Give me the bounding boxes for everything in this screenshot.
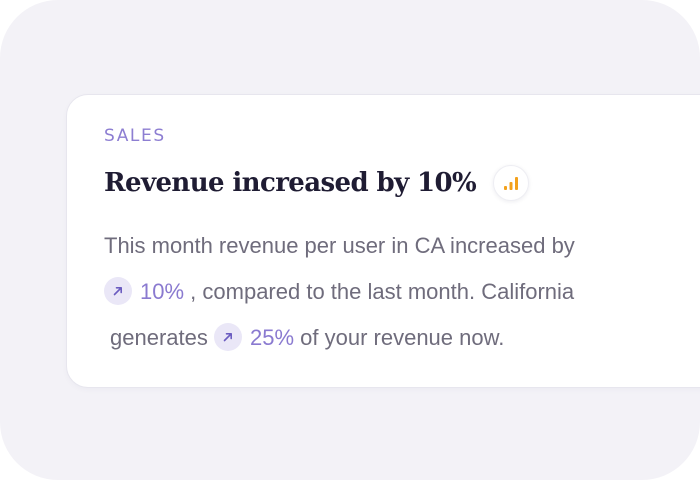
stage: SALES Revenue increased by 10% This mont… — [0, 0, 700, 480]
body-line-2-text: , compared to the last month. California — [190, 279, 575, 304]
insight-card[interactable]: SALES Revenue increased by 10% This mont… — [66, 94, 700, 388]
arrow-up-right-icon — [104, 277, 132, 306]
body-line-1: This month revenue per user in CA increa… — [104, 233, 575, 258]
increase-value-1: 10% — [140, 279, 185, 304]
insight-body: This month revenue per user in CA increa… — [104, 223, 700, 361]
background-panel: SALES Revenue increased by 10% This mont… — [0, 0, 700, 480]
title-row: Revenue increased by 10% — [104, 165, 530, 201]
bar-chart-glyph — [504, 177, 519, 190]
card-title: Revenue increased by 10% — [104, 168, 477, 198]
body-line-3-suffix: of your revenue now. — [300, 325, 505, 350]
body-line-3: generates 25% of your revenue now. — [110, 315, 700, 361]
increase-value-2: 25% — [249, 325, 295, 350]
body-line-3-prefix: generates — [110, 325, 208, 350]
arrow-up-right-icon — [213, 323, 242, 352]
body-line-2: 10% , compared to the last month. Califo… — [104, 269, 700, 315]
category-label: SALES — [104, 126, 166, 146]
bar-chart-icon — [493, 165, 530, 201]
